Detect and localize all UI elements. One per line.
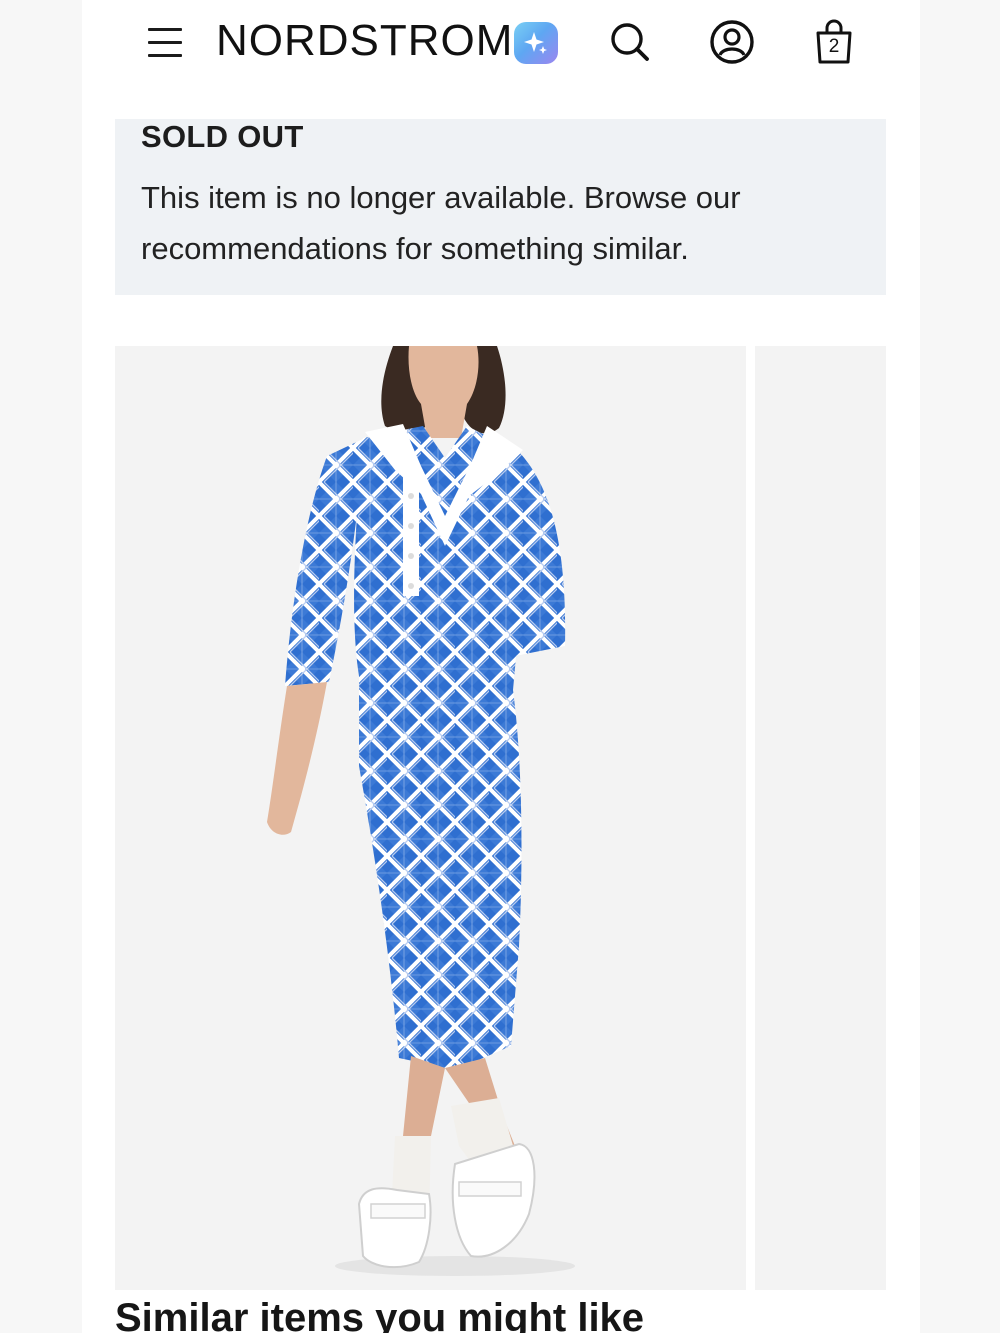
account-icon — [710, 20, 754, 64]
search-icon — [611, 23, 649, 61]
sold-out-message: This item is no longer available. Browse… — [141, 180, 741, 266]
nordstrom-logo[interactable]: NORDSTROM — [216, 16, 513, 66]
next-product-image[interactable] — [755, 346, 886, 1290]
sparkle-icon[interactable] — [514, 22, 558, 64]
sold-out-title: SOLD OUT — [141, 119, 304, 154]
sold-out-banner: SOLD OUT This item is no longer availabl… — [115, 119, 886, 295]
similar-items-heading: Similar items you might like — [115, 1296, 645, 1333]
page: NORDSTROM 2 SOLD OUT This item is no lon… — [82, 0, 920, 1333]
shopping-bag-button[interactable]: 2 — [810, 18, 858, 66]
menu-button[interactable] — [144, 22, 184, 62]
product-image[interactable] — [115, 346, 746, 1290]
account-button[interactable] — [708, 18, 756, 66]
search-button[interactable] — [606, 18, 654, 66]
site-header: NORDSTROM 2 — [82, 0, 920, 90]
bag-count-badge: 2 — [828, 36, 840, 57]
